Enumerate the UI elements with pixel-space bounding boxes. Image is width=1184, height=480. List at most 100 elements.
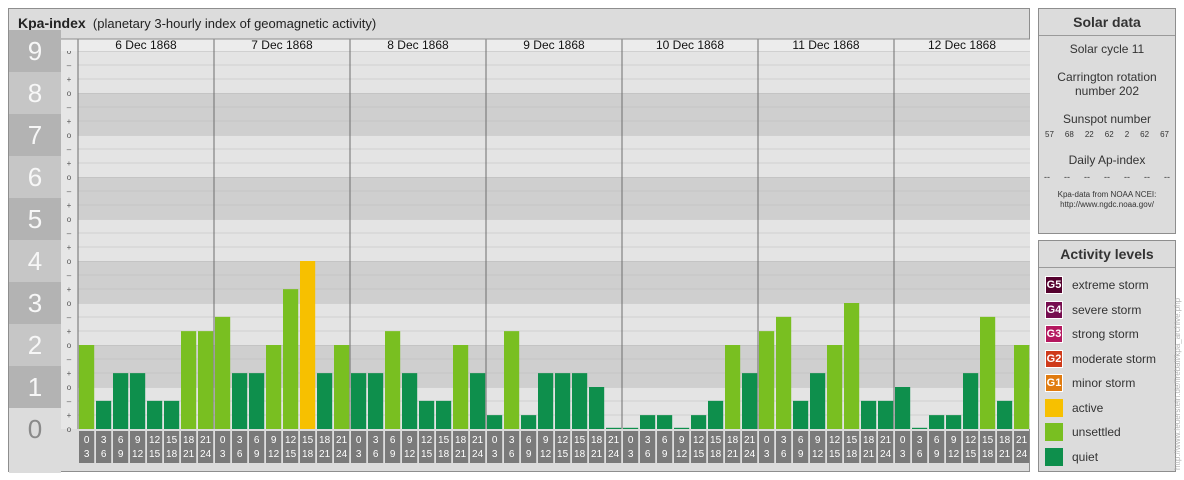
hour-start-label: 15: [302, 435, 314, 446]
kp-bar: [164, 400, 180, 429]
hour-end-label: 12: [540, 449, 552, 460]
kp-bar: [470, 373, 486, 429]
kp-bar: [504, 331, 520, 429]
kp-bar: [181, 331, 197, 429]
vertical-credit-text[interactable]: http://www.feuerstein.de/fireball/kpa_ar…: [1174, 297, 1182, 470]
kp-bar: [674, 427, 690, 429]
kp-minor-tick: –: [67, 103, 72, 112]
kp-minor-tick: o: [67, 425, 72, 434]
hour-start-label: 9: [951, 435, 957, 446]
kp-bar: [317, 373, 333, 429]
kp-minor-tick: o: [67, 383, 72, 392]
sunspot-value: 62: [1140, 130, 1150, 139]
hour-start-label: 3: [373, 435, 379, 446]
kp-bar: [997, 400, 1013, 429]
kp-minor-tick: o: [67, 299, 72, 308]
kp-bar: [334, 345, 350, 429]
hour-start-label: 3: [917, 435, 923, 446]
hour-end-label: 15: [149, 449, 161, 460]
hour-end-label: 18: [302, 449, 314, 460]
hour-start-label: 21: [472, 435, 484, 446]
hour-end-label: 21: [319, 449, 331, 460]
hour-end-label: 12: [948, 449, 960, 460]
kp-minor-tick: +: [67, 327, 72, 336]
hour-start-label: 9: [271, 435, 277, 446]
kp-bar: [283, 289, 299, 429]
hour-end-label: 3: [900, 449, 906, 460]
hour-end-label: 21: [455, 449, 467, 460]
kp-bar: [963, 373, 979, 429]
kp-minor-tick: +: [67, 369, 72, 378]
activity-level-item: quiet: [1039, 445, 1175, 470]
kpa-chart: 0123456789o+o+–o+–o+–o+–o+–o+–o+–o+–o–6 …: [9, 30, 1030, 473]
kp-bar: [572, 373, 588, 429]
hour-start-label: 6: [934, 435, 940, 446]
hour-start-label: 6: [254, 435, 260, 446]
hour-end-label: 18: [574, 449, 586, 460]
sunspot-value: 68: [1064, 130, 1074, 139]
activity-level-label: quiet: [1072, 449, 1099, 464]
day-label: 10 Dec 1868: [656, 38, 724, 52]
hour-end-label: 12: [404, 449, 416, 460]
kp-minor-tick: o: [67, 173, 72, 182]
activity-level-label: unsettled: [1072, 425, 1121, 440]
kp-tick-label: 7: [28, 120, 42, 150]
activity-level-item: unsettled: [1039, 420, 1175, 445]
kp-bar: [300, 261, 316, 429]
hour-start-label: 0: [356, 435, 362, 446]
kp-bar: [538, 373, 554, 429]
hour-end-label: 9: [934, 449, 940, 460]
hour-start-label: 12: [421, 435, 433, 446]
hour-end-label: 6: [237, 449, 243, 460]
kp-tick-label: 5: [28, 204, 42, 234]
hour-end-label: 6: [101, 449, 107, 460]
activity-level-label: minor storm: [1072, 376, 1136, 391]
hour-start-label: 3: [645, 435, 651, 446]
sunspot-value: 57: [1045, 130, 1054, 139]
kp-bar: [487, 415, 503, 429]
data-credit-link[interactable]: http://www.ngdc.noaa.gov/: [1039, 200, 1175, 210]
hour-end-label: 24: [880, 449, 892, 460]
hour-end-label: 15: [557, 449, 569, 460]
kp-bar: [1014, 345, 1030, 429]
hour-start-label: 15: [982, 435, 994, 446]
hour-end-label: 18: [846, 449, 858, 460]
kp-tick-label: 3: [28, 288, 42, 318]
kp-bar: [912, 427, 928, 429]
hour-end-label: 18: [982, 449, 994, 460]
activity-level-swatch: G4: [1045, 300, 1063, 319]
kp-minor-tick: o: [67, 215, 72, 224]
hour-start-label: 0: [764, 435, 770, 446]
activity-level-label: severe storm: [1072, 302, 1142, 317]
hour-end-label: 24: [472, 449, 484, 460]
kp-bar: [929, 415, 945, 429]
kp-bar: [436, 400, 452, 429]
kp-minor-tick: –: [67, 355, 72, 364]
hour-start-label: 18: [999, 435, 1011, 446]
hour-start-label: 18: [319, 435, 331, 446]
kp-bar: [351, 373, 367, 429]
kp-bar: [861, 400, 877, 429]
hour-start-label: 21: [1016, 435, 1028, 446]
hour-end-label: 24: [200, 449, 212, 460]
hour-end-label: 21: [727, 449, 739, 460]
hour-start-label: 3: [237, 435, 243, 446]
kp-minor-tick: –: [67, 313, 72, 322]
solar-data-title: Solar data: [1039, 9, 1175, 36]
kp-bar: [266, 345, 282, 429]
kp-bar: [130, 373, 146, 429]
hour-end-label: 3: [764, 449, 770, 460]
data-credit: Kpa-data from NOAA NCEI: http://www.ngdc…: [1039, 190, 1175, 210]
activity-level-label: strong storm: [1072, 327, 1139, 342]
kp-bar: [759, 331, 775, 429]
hour-end-label: 9: [118, 449, 124, 460]
kp-minor-tick: +: [67, 285, 72, 294]
hour-start-label: 18: [591, 435, 603, 446]
hour-end-label: 21: [183, 449, 195, 460]
hour-end-label: 12: [268, 449, 280, 460]
hour-end-label: 15: [285, 449, 297, 460]
hour-start-label: 6: [662, 435, 668, 446]
kp-bar: [113, 373, 129, 429]
hour-start-label: 12: [285, 435, 297, 446]
hour-end-label: 12: [132, 449, 144, 460]
